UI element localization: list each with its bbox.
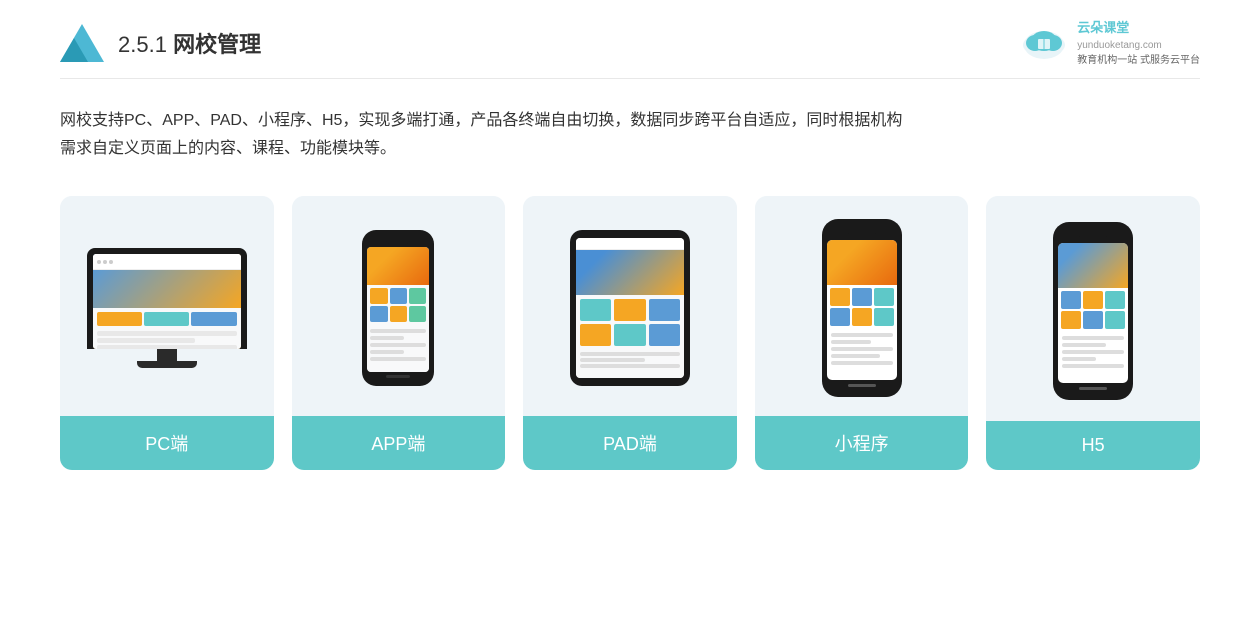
card-app: APP端 bbox=[292, 196, 506, 470]
card-image-pc bbox=[60, 196, 274, 416]
card-image-app bbox=[292, 196, 506, 416]
card-pc: PC端 bbox=[60, 196, 274, 470]
card-label-pc: PC端 bbox=[60, 416, 274, 470]
header: 2.5.1 网校管理 云朵课堂 bbox=[60, 0, 1200, 79]
header-left: 2.5.1 网校管理 bbox=[60, 24, 261, 62]
description-line2: 需求自定义页面上的内容、课程、功能模块等。 bbox=[60, 135, 1200, 164]
page-title: 2.5.1 网校管理 bbox=[118, 27, 261, 59]
card-image-pad bbox=[523, 196, 737, 416]
card-mini: 小程序 bbox=[755, 196, 969, 470]
card-h5: H5 bbox=[986, 196, 1200, 470]
brand-text: 云朵课堂 yunduoketang.com 教育机构一站 式服务云平台 bbox=[1077, 18, 1200, 68]
pc-monitor-icon bbox=[87, 248, 247, 368]
mini-phone-icon bbox=[822, 219, 902, 397]
page: 2.5.1 网校管理 云朵课堂 bbox=[0, 0, 1260, 630]
description-line1: 网校支持PC、APP、PAD、小程序、H5，实现多端打通，产品各终端自由切换，数… bbox=[60, 107, 1200, 136]
card-image-h5 bbox=[986, 196, 1200, 421]
brand-icon bbox=[1019, 23, 1069, 63]
cards-container: PC端 bbox=[60, 196, 1200, 470]
card-image-mini bbox=[755, 196, 969, 416]
logo-icon bbox=[60, 24, 104, 62]
brand-logo: 云朵课堂 yunduoketang.com 教育机构一站 式服务云平台 bbox=[1019, 18, 1200, 68]
card-label-h5: H5 bbox=[986, 421, 1200, 470]
description: 网校支持PC、APP、PAD、小程序、H5，实现多端打通，产品各终端自由切换，数… bbox=[60, 107, 1200, 165]
h5-phone-icon bbox=[1053, 222, 1133, 400]
card-pad: PAD端 bbox=[523, 196, 737, 470]
card-label-pad: PAD端 bbox=[523, 416, 737, 470]
card-label-app: APP端 bbox=[292, 416, 506, 470]
card-label-mini: 小程序 bbox=[755, 416, 969, 470]
app-phone-icon bbox=[362, 230, 434, 386]
pad-icon bbox=[570, 230, 690, 386]
